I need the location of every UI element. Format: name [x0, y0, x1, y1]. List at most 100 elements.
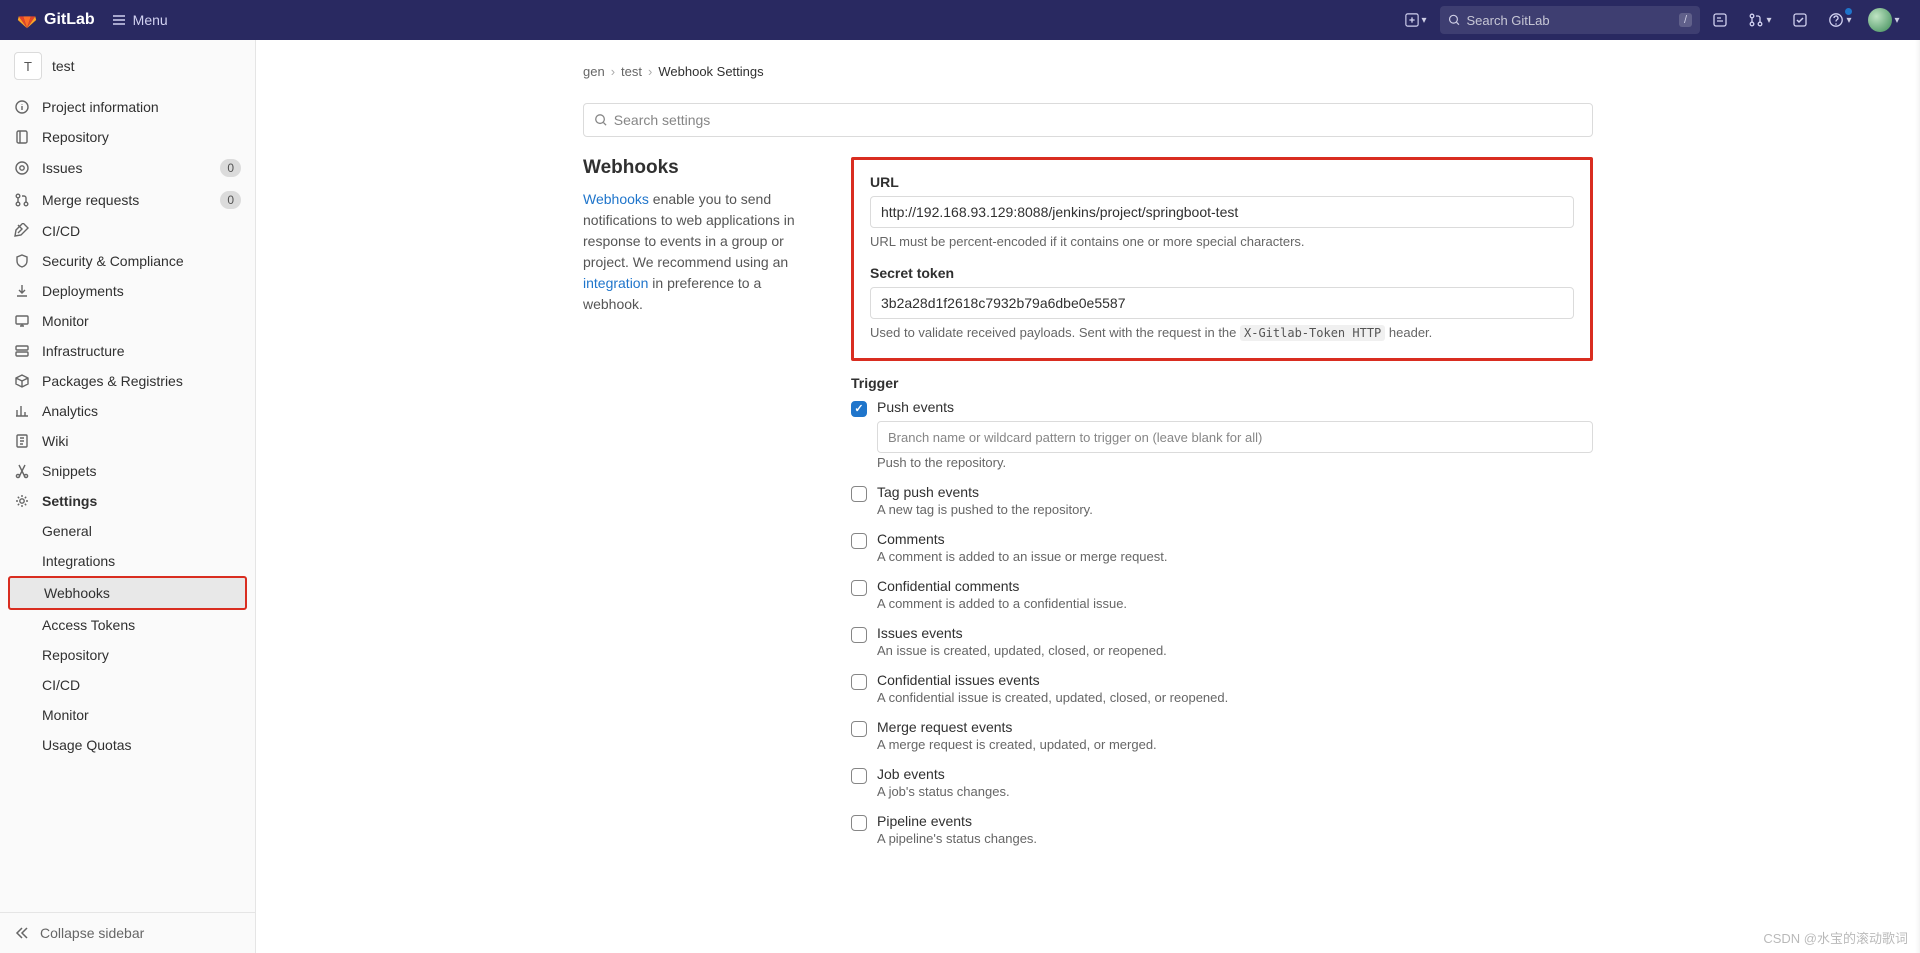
sidebar-item-deployments[interactable]: Deployments — [0, 276, 255, 306]
sidebar-subitem-monitor[interactable]: Monitor — [0, 700, 255, 730]
sidebar-item-ci-cd[interactable]: CI/CD — [0, 216, 255, 246]
trigger-desc: An issue is created, updated, closed, or… — [877, 643, 1167, 658]
search-input[interactable] — [1461, 13, 1679, 28]
trigger-desc: A job's status changes. — [877, 784, 1010, 799]
breadcrumb-item: Webhook Settings — [658, 64, 763, 79]
sidebar-item-label: Project information — [42, 99, 241, 115]
settings-search[interactable] — [583, 103, 1593, 137]
breadcrumb-item[interactable]: test — [621, 64, 642, 79]
sidebar-item-monitor[interactable]: Monitor — [0, 306, 255, 336]
top-nav-right: ▾ / ▾ ▾ ▾ — [1396, 6, 1904, 34]
sidebar-subitem-webhooks[interactable]: Webhooks — [8, 576, 247, 610]
sidebar-nav: Project information Repository Issues 0 … — [0, 92, 255, 912]
secret-token-field[interactable] — [870, 287, 1574, 319]
sidebar-subitem-label: Access Tokens — [42, 617, 135, 633]
search-icon — [594, 113, 608, 127]
project-header[interactable]: T test — [0, 40, 255, 92]
chevron-down-icon: ▾ — [1421, 15, 1426, 26]
sidebar-item-issues[interactable]: Issues 0 — [0, 152, 255, 184]
project-avatar: T — [14, 52, 42, 80]
push-events-checkbox[interactable] — [851, 401, 867, 417]
snippets-icon — [14, 463, 30, 479]
cicd-icon — [14, 223, 30, 239]
trigger-heading: Trigger — [851, 375, 1593, 391]
conf_comments-checkbox[interactable] — [851, 580, 867, 596]
section-description: Webhooks Webhooks enable you to send not… — [583, 157, 819, 860]
sidebar-item-merge-requests[interactable]: Merge requests 0 — [0, 184, 255, 216]
conf_issues-checkbox[interactable] — [851, 674, 867, 690]
todos-button[interactable] — [1784, 6, 1816, 34]
sidebar-item-security-compliance[interactable]: Security & Compliance — [0, 246, 255, 276]
gitlab-icon — [16, 9, 38, 31]
sidebar-subitem-repository[interactable]: Repository — [0, 640, 255, 670]
sidebar-item-label: Security & Compliance — [42, 253, 241, 269]
sidebar-subitem-ci-cd[interactable]: CI/CD — [0, 670, 255, 700]
webhooks-link[interactable]: Webhooks — [583, 191, 649, 207]
sidebar-subitem-general[interactable]: General — [0, 516, 255, 546]
sidebar-item-wiki[interactable]: Wiki — [0, 426, 255, 456]
sidebar-item-project-information[interactable]: Project information — [0, 92, 255, 122]
todos-icon — [1792, 12, 1808, 28]
issues-shortcut-button[interactable] — [1704, 6, 1736, 34]
breadcrumb-item[interactable]: gen — [583, 64, 605, 79]
sidebar-subitem-usage-quotas[interactable]: Usage Quotas — [0, 730, 255, 760]
sidebar-item-label: Wiki — [42, 433, 241, 449]
trigger-label: Confidential comments — [877, 578, 1127, 594]
infra-icon — [14, 343, 30, 359]
sidebar-item-infrastructure[interactable]: Infrastructure — [0, 336, 255, 366]
mr-icon — [14, 192, 30, 208]
trigger-label: Issues events — [877, 625, 1167, 641]
issues-checkbox[interactable] — [851, 627, 867, 643]
sidebar-item-settings[interactable]: Settings — [0, 486, 255, 516]
comments-checkbox[interactable] — [851, 533, 867, 549]
merge-request-icon — [1748, 12, 1764, 28]
avatar — [1868, 8, 1892, 32]
merge-requests-shortcut-button[interactable]: ▾ — [1740, 6, 1780, 34]
sidebar-subitem-label: Integrations — [42, 553, 115, 569]
menu-button[interactable]: Menu — [103, 8, 176, 32]
shield-icon — [14, 253, 30, 269]
settings-search-input[interactable] — [608, 112, 1582, 128]
sidebar-subitem-integrations[interactable]: Integrations — [0, 546, 255, 576]
issues-icon — [14, 160, 30, 176]
collapse-sidebar-button[interactable]: Collapse sidebar — [0, 912, 255, 953]
chevron-down-icon: ▾ — [1894, 15, 1899, 26]
sidebar-item-repository[interactable]: Repository — [0, 122, 255, 152]
trigger-label: Pipeline events — [877, 813, 1037, 829]
trigger-desc: A comment is added to an issue or merge … — [877, 549, 1168, 564]
tag-checkbox[interactable] — [851, 486, 867, 502]
help-button[interactable]: ▾ — [1820, 6, 1860, 34]
sidebar-item-analytics[interactable]: Analytics — [0, 396, 255, 426]
sidebar-item-label: Repository — [42, 129, 241, 145]
plus-button[interactable]: ▾ — [1396, 6, 1436, 34]
sidebar-item-snippets[interactable]: Snippets — [0, 456, 255, 486]
sidebar-subitem-access-tokens[interactable]: Access Tokens — [0, 610, 255, 640]
sidebar-subitem-label: General — [42, 523, 92, 539]
sidebar-item-packages-registries[interactable]: Packages & Registries — [0, 366, 255, 396]
top-nav: GitLab Menu ▾ / ▾ ▾ — [0, 0, 1920, 40]
sidebar-subitem-label: Repository — [42, 647, 109, 663]
user-menu[interactable]: ▾ — [1864, 6, 1904, 34]
job-checkbox[interactable] — [851, 768, 867, 784]
trigger-desc: A confidential issue is created, updated… — [877, 690, 1228, 705]
trigger-conf-comments: Confidential comments A comment is added… — [851, 578, 1593, 611]
sidebar-item-label: Merge requests — [42, 192, 208, 208]
gitlab-logo[interactable]: GitLab — [16, 9, 95, 31]
issues-icon — [1712, 12, 1728, 28]
url-help-text: URL must be percent-encoded if it contai… — [870, 234, 1574, 249]
global-search[interactable]: / — [1440, 6, 1700, 34]
hamburger-icon — [111, 12, 127, 28]
mr-checkbox[interactable] — [851, 721, 867, 737]
wiki-icon — [14, 433, 30, 449]
info-icon — [14, 99, 30, 115]
push-branch-filter-input[interactable] — [877, 421, 1593, 453]
sidebar-item-label: Packages & Registries — [42, 373, 241, 389]
url-secret-group: URL URL must be percent-encoded if it co… — [851, 157, 1593, 361]
trigger-label: Tag push events — [877, 484, 1093, 500]
url-field[interactable] — [870, 196, 1574, 228]
pipeline-checkbox[interactable] — [851, 815, 867, 831]
project-name: test — [52, 58, 75, 74]
integration-link[interactable]: integration — [583, 275, 648, 291]
trigger-desc: A comment is added to a confidential iss… — [877, 596, 1127, 611]
help-icon — [1828, 12, 1844, 28]
